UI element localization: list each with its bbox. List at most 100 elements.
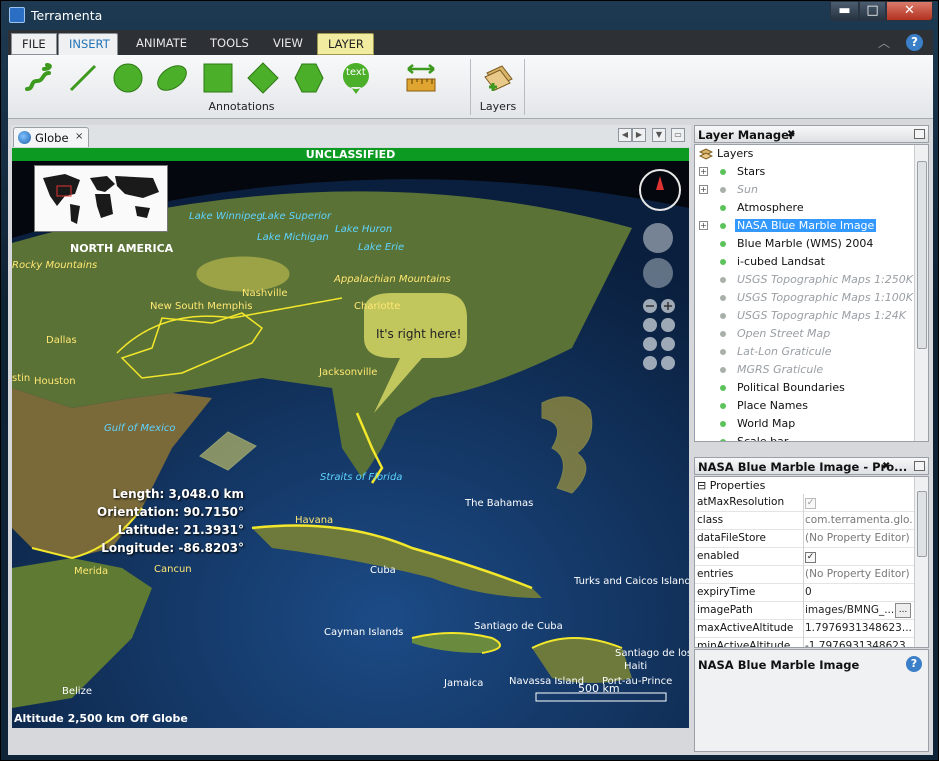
layer-item[interactable]: USGS Topographic Maps 1:100K: [695, 289, 915, 307]
tab-globe[interactable]: Globe ×: [13, 127, 89, 147]
layer-item[interactable]: Open Street Map: [695, 325, 915, 343]
text-callout-tool[interactable]: text: [339, 61, 373, 95]
checkbox-icon[interactable]: ✓: [805, 498, 816, 509]
callout-annotation[interactable]: It's right here!: [376, 327, 461, 341]
look-control-icon[interactable]: [643, 258, 673, 288]
expand-icon[interactable]: +: [699, 185, 708, 194]
close-button[interactable]: ✕: [886, 1, 933, 21]
minimize-panel-icon[interactable]: [914, 129, 925, 139]
checkbox-icon[interactable]: ✓: [805, 552, 816, 563]
properties-section[interactable]: ⊟ Properties: [697, 479, 765, 492]
layer-item[interactable]: i-cubed Landsat: [695, 253, 915, 271]
help-icon[interactable]: ?: [906, 656, 922, 672]
layer-status-icon[interactable]: [720, 421, 726, 427]
layer-item[interactable]: MGRS Graticule: [695, 361, 915, 379]
layer-status-icon[interactable]: [720, 331, 726, 337]
layer-status-icon[interactable]: [720, 313, 726, 319]
tab-view[interactable]: VIEW: [263, 33, 313, 55]
expand-icon[interactable]: +: [699, 221, 708, 230]
layer-item[interactable]: USGS Topographic Maps 1:250K: [695, 271, 915, 289]
pan-control-icon[interactable]: [643, 223, 673, 253]
layer-item[interactable]: Lat-Lon Graticule: [695, 343, 915, 361]
property-value[interactable]: 1.7976931348623...: [805, 622, 913, 634]
freehand-path-tool-icon[interactable]: [22, 61, 56, 95]
tab-tools[interactable]: TOOLS: [200, 33, 259, 55]
circle-tool-icon[interactable]: [111, 61, 145, 95]
property-value[interactable]: -1.7976931348623...: [805, 640, 913, 647]
measure-tool-icon[interactable]: [404, 61, 438, 95]
layer-status-icon[interactable]: [720, 367, 726, 373]
layer-item[interactable]: Blue Marble (WMS) 2004: [695, 235, 915, 253]
layer-item[interactable]: Atmosphere: [695, 199, 915, 217]
property-row[interactable]: enabled ✓: [695, 548, 915, 566]
expand-icon[interactable]: +: [699, 167, 708, 176]
close-tab-icon[interactable]: ×: [75, 131, 83, 142]
property-row[interactable]: minActiveAltitude -1.7976931348623...: [695, 638, 915, 647]
scroll-left-icon[interactable]: ◀: [618, 128, 632, 142]
diamond-tool-icon[interactable]: [246, 61, 280, 95]
property-row[interactable]: imagePath images/BMNG_......: [695, 602, 915, 620]
close-panel-icon[interactable]: ✖: [787, 129, 795, 140]
tab-list-dropdown-icon[interactable]: ▼: [652, 128, 666, 142]
maximize-button[interactable]: □: [859, 1, 886, 21]
world-map-inset[interactable]: [34, 165, 168, 232]
layer-root[interactable]: Layers: [695, 145, 915, 163]
tab-animate[interactable]: ANIMATE: [126, 33, 197, 55]
property-value[interactable]: (No Property Editor): [805, 568, 913, 580]
layer-item[interactable]: + NASA Blue Marble Image: [695, 217, 915, 235]
layer-status-icon[interactable]: [720, 349, 726, 355]
layer-status-icon[interactable]: [720, 223, 726, 229]
minimize-window-icon[interactable]: ▭: [671, 128, 685, 142]
layer-item[interactable]: + Stars: [695, 163, 915, 181]
property-value[interactable]: (No Property Editor): [805, 532, 913, 544]
close-panel-icon[interactable]: ✖: [882, 461, 890, 472]
scroll-thumb[interactable]: [917, 161, 927, 349]
property-row[interactable]: entries (No Property Editor): [695, 566, 915, 584]
layer-item[interactable]: Scale bar: [695, 433, 915, 441]
hexagon-tool-icon[interactable]: [292, 61, 326, 95]
layer-item[interactable]: + Sun: [695, 181, 915, 199]
property-row[interactable]: atMaxResolution ✓: [695, 494, 915, 512]
property-value[interactable]: com.terramenta.glo...: [805, 514, 913, 526]
properties-scrollbar[interactable]: [914, 477, 928, 647]
browse-button[interactable]: ...: [895, 603, 911, 618]
layer-status-icon[interactable]: [720, 169, 726, 175]
layer-status-icon[interactable]: [720, 403, 726, 409]
layer-list-scrollbar[interactable]: [914, 145, 928, 441]
property-checkbox[interactable]: ✓: [805, 550, 913, 563]
layer-status-icon[interactable]: [720, 187, 726, 193]
property-value[interactable]: 0: [805, 586, 913, 598]
layers-icon[interactable]: [482, 61, 516, 95]
collapse-ribbon-icon[interactable]: ︿: [878, 34, 890, 51]
property-checkbox[interactable]: ✓: [805, 496, 913, 509]
tab-layer[interactable]: LAYER: [317, 33, 374, 55]
help-icon[interactable]: ?: [906, 34, 923, 51]
compass-icon[interactable]: [639, 168, 681, 210]
scroll-right-icon[interactable]: ▶: [632, 128, 646, 142]
rectangle-tool-icon[interactable]: [201, 61, 235, 95]
scroll-thumb[interactable]: [917, 491, 927, 557]
minimize-button[interactable]: ▬: [830, 1, 859, 21]
layer-status-icon[interactable]: [720, 241, 726, 247]
ellipse-tool-icon[interactable]: [155, 61, 189, 95]
layer-item[interactable]: Political Boundaries: [695, 379, 915, 397]
tab-insert[interactable]: INSERT: [58, 33, 118, 55]
layer-status-icon[interactable]: [720, 439, 726, 441]
property-row[interactable]: class com.terramenta.glo...: [695, 512, 915, 530]
layer-item[interactable]: USGS Topographic Maps 1:24K: [695, 307, 915, 325]
property-row[interactable]: maxActiveAltitude 1.7976931348623...: [695, 620, 915, 638]
layer-status-icon[interactable]: [720, 259, 726, 265]
layer-status-icon[interactable]: [720, 385, 726, 391]
layer-status-icon[interactable]: [720, 295, 726, 301]
zoom-controls-icon[interactable]: [640, 298, 680, 374]
tab-file[interactable]: FILE: [11, 33, 57, 55]
layer-status-icon[interactable]: [720, 277, 726, 283]
line-tool-icon[interactable]: [66, 61, 100, 95]
layer-item[interactable]: Place Names: [695, 397, 915, 415]
title-bar[interactable]: Terramenta ▬ □ ✕: [1, 1, 939, 30]
layer-status-icon[interactable]: [720, 205, 726, 211]
property-row[interactable]: expiryTime 0: [695, 584, 915, 602]
property-row[interactable]: dataFileStore (No Property Editor): [695, 530, 915, 548]
globe-viewport[interactable]: UNCLASSIFIED NORTH AMERICA Lake Winnipeg…: [12, 148, 689, 728]
minimize-panel-icon[interactable]: [914, 461, 925, 471]
